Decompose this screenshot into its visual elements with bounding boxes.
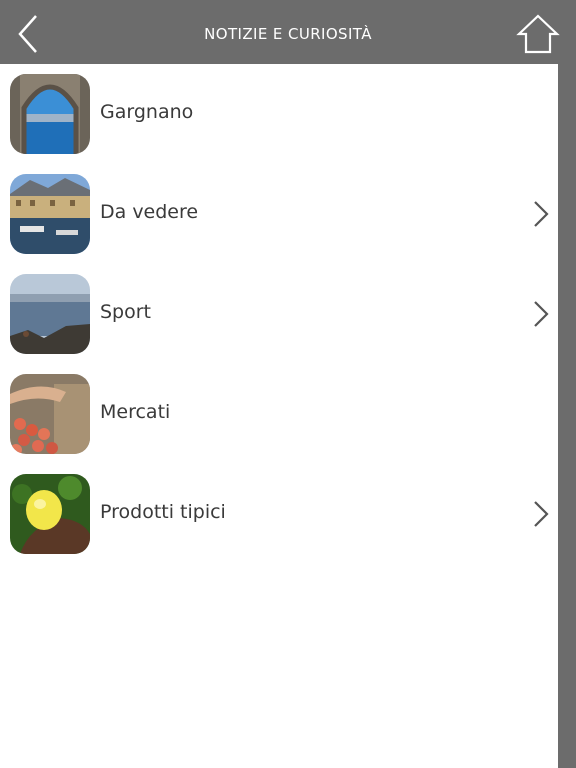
nav-bar: NOTIZIE E CURIOSITÀ [0,0,576,64]
content-area: Gargnano Da vedere Sport Mercati Prodott… [0,64,558,768]
list-item-sport[interactable]: Sport [0,264,558,364]
list-item-label: Sport [100,301,152,323]
home-icon [516,14,560,54]
thumbnail-sport [10,274,90,354]
home-button[interactable] [516,12,560,56]
chevron-right-icon [534,501,549,527]
page-title: NOTIZIE E CURIOSITÀ [204,25,372,43]
menu-list: Gargnano Da vedere Sport Mercati Prodott… [0,64,558,564]
app: NOTIZIE E CURIOSITÀ Gargnano Da vedere S… [0,0,576,768]
thumbnail-gargnano [10,74,90,154]
thumbnail-da-vedere [10,174,90,254]
list-item-da-vedere[interactable]: Da vedere [0,164,558,264]
list-item-gargnano[interactable]: Gargnano [0,64,558,164]
list-item-prodotti-tipici[interactable]: Prodotti tipici [0,464,558,564]
chevron-right-icon [534,201,549,227]
list-item-label: Mercati [100,401,171,423]
list-item-label: Gargnano [100,101,194,123]
thumbnail-prodotti-tipici [10,474,90,554]
list-item-label: Prodotti tipici [100,501,226,523]
list-item-label: Da vedere [100,201,199,223]
list-item-mercati[interactable]: Mercati [0,364,558,464]
thumbnail-mercati [10,374,90,454]
chevron-right-icon [534,301,549,327]
